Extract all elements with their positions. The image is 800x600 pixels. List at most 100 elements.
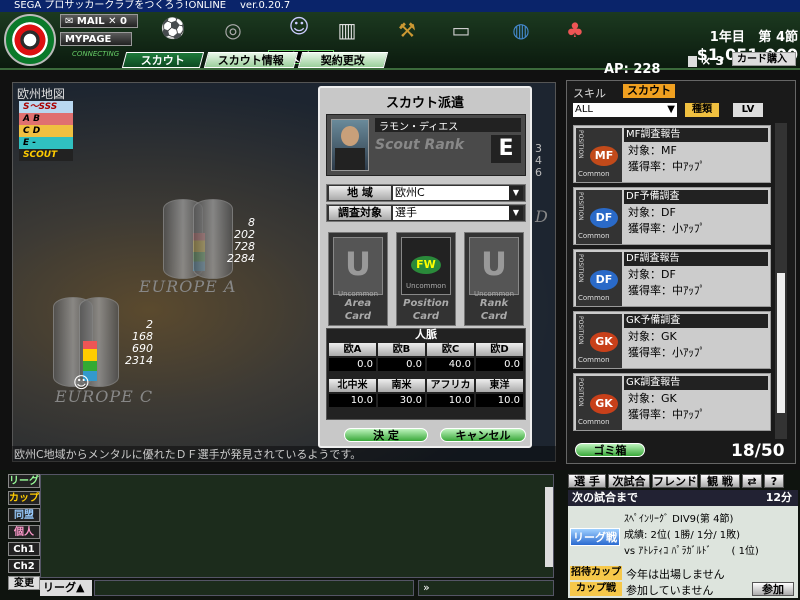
position-badge: DF bbox=[590, 208, 618, 228]
chat-mode-select[interactable]: リーグ▲ bbox=[40, 580, 92, 596]
globe-icon[interactable]: ◍ bbox=[506, 16, 536, 44]
report-rate: 獲得率：小ｱｯﾌﾟ bbox=[628, 346, 705, 359]
channel-alliance-button[interactable]: 同盟 bbox=[8, 508, 40, 522]
region-select-value[interactable]: 欧州C bbox=[393, 186, 509, 200]
legend-sss: S～SSS bbox=[19, 101, 73, 113]
match-top-buttons: 選 手 次試合 フレンド 観 戦 ⇄ ? bbox=[568, 474, 784, 488]
tab-scout-items[interactable]: スカウト bbox=[623, 84, 675, 98]
tab-scout[interactable]: スカウト bbox=[121, 52, 205, 68]
swap-icon[interactable]: ⇄ bbox=[742, 474, 762, 488]
join-button[interactable]: 参加 bbox=[752, 582, 794, 596]
scout-info-box: ラモン・ディエス Scout Rank E bbox=[326, 114, 526, 176]
report-rate: 獲得率：小ｱｯﾌﾟ bbox=[628, 222, 705, 235]
chat-scrollbar[interactable] bbox=[545, 487, 553, 567]
network-header: 欧A bbox=[329, 343, 376, 356]
tab-skill[interactable]: スキル bbox=[573, 85, 606, 101]
league-record: 成績: 2位( 1勝/ 1分/ 1敗) bbox=[624, 530, 741, 541]
position-badge: GK bbox=[590, 394, 618, 414]
ap-display: AP: 228 bbox=[604, 62, 661, 77]
area-card-label: Area Card bbox=[344, 298, 372, 322]
report-card[interactable]: POSITION MF Common MF調査報告 対象：MF 獲得率：中ｱｯﾌﾟ bbox=[573, 125, 771, 183]
tab-scout-info[interactable]: スカウト情報 bbox=[203, 52, 299, 68]
scout-dispatch-dialog: スカウト派遣 ラモン・ディエス Scout Rank E 地 域 欧州C ▼ 調… bbox=[318, 86, 532, 448]
spectate-button[interactable]: 観 戦 bbox=[700, 474, 740, 488]
computer-icon[interactable]: ▭ bbox=[446, 16, 476, 44]
channel-ch2-button[interactable]: Ch2 bbox=[8, 559, 40, 573]
network-value: 10.0 bbox=[476, 394, 523, 407]
region-c-label[interactable]: EUROPE C bbox=[55, 387, 153, 406]
mypage-button[interactable]: MYPAGE bbox=[60, 32, 132, 46]
friend-button[interactable]: フレンド bbox=[652, 474, 698, 488]
whistle-icon[interactable]: ◎ bbox=[218, 16, 248, 44]
chevron-down-icon[interactable]: ▼ bbox=[509, 186, 523, 200]
area-card-image: U Uncommon bbox=[333, 237, 383, 298]
position-card-image: FW Uncommon bbox=[401, 237, 451, 295]
scrollbar-thumb[interactable] bbox=[777, 273, 785, 413]
report-card[interactable]: POSITION DF Common DF予備調査 対象：DF 獲得率：小ｱｯﾌﾟ bbox=[573, 187, 771, 245]
chat-input[interactable] bbox=[94, 580, 414, 596]
position-badge: GK bbox=[590, 332, 618, 352]
rank-card-slot[interactable]: U Uncommon Rank Card bbox=[464, 232, 524, 326]
chat-channel-buttons: リーグ カップ 同盟 個人 Ch1 Ch2 変更 bbox=[4, 474, 40, 590]
channel-ch1-button[interactable]: Ch1 bbox=[8, 542, 40, 556]
team-icon[interactable]: ♣ bbox=[560, 16, 590, 44]
next-match-button[interactable]: 次試合 bbox=[608, 474, 650, 488]
target-select-value[interactable]: 選手 bbox=[393, 206, 509, 220]
confirm-button[interactable]: 決 定 bbox=[344, 428, 428, 442]
area-card-slot[interactable]: U Uncommon Area Card bbox=[328, 232, 388, 326]
report-card[interactable]: POSITION DF Common DF調査報告 対象：DF 獲得率：中ｱｯﾌﾟ bbox=[573, 249, 771, 307]
rarity-label: Common bbox=[578, 294, 610, 302]
report-target: 対象：DF bbox=[628, 206, 676, 219]
network-header: 北中米 bbox=[329, 379, 376, 392]
scrollbar[interactable] bbox=[775, 123, 787, 439]
cancel-button[interactable]: キャンセル bbox=[440, 428, 526, 442]
invite-cup-status: 今年は出場しません bbox=[626, 568, 725, 581]
position-card-label: Position Card bbox=[403, 298, 449, 322]
tab-contract-renewal[interactable]: 契約更改 bbox=[297, 52, 389, 68]
target-select-label: 調査対象 bbox=[329, 206, 391, 220]
rank-card-image: U Uncommon bbox=[469, 237, 519, 298]
report-card-image: POSITION GK Common bbox=[576, 376, 622, 430]
rarity-label: Common bbox=[578, 356, 610, 364]
rarity-label: Common bbox=[578, 170, 610, 178]
sort-type-button[interactable]: 種類 bbox=[685, 103, 719, 117]
chevron-down-icon[interactable]: ▼ bbox=[509, 206, 523, 220]
league-name: ｽﾍﾟｲﾝﾘｰｸﾞ DIV9(第 4節) bbox=[624, 514, 734, 525]
target-select[interactable]: 調査対象 選手 ▼ bbox=[326, 204, 526, 222]
sort-lv-button[interactable]: LV bbox=[733, 103, 763, 117]
version-label: ver.0.20.7 bbox=[240, 0, 291, 11]
mail-button[interactable]: ✉ MAIL ✕ 0 bbox=[60, 14, 138, 28]
chat-send-arrow[interactable]: » bbox=[418, 580, 554, 596]
rank-card-label: Rank Card bbox=[479, 298, 509, 322]
channel-league-button[interactable]: リーグ bbox=[8, 474, 40, 488]
region-select[interactable]: 地 域 欧州C ▼ bbox=[326, 184, 526, 202]
channel-cup-button[interactable]: カップ bbox=[8, 491, 40, 505]
scout-rank-value: E bbox=[491, 135, 521, 163]
region-d-letter[interactable]: D bbox=[535, 207, 549, 226]
channel-change-button[interactable]: 変更 bbox=[8, 576, 40, 590]
card-buy-button[interactable]: カード購入 bbox=[732, 52, 796, 66]
region-a-label[interactable]: EUROPE A bbox=[139, 277, 236, 296]
channel-personal-button[interactable]: 個人 bbox=[8, 525, 40, 539]
scout-name: ラモン・ディエス bbox=[375, 118, 521, 133]
help-icon[interactable]: ? bbox=[764, 474, 784, 488]
position-card-slot[interactable]: FW Uncommon Position Card bbox=[396, 232, 456, 326]
top-bar: ✉ MAIL ✕ 0 MYPAGE CONNECTING ⚽ ◎ ☺ ▥ ⚒ ▭… bbox=[0, 12, 800, 77]
report-card[interactable]: POSITION GK Common GK調査報告 対象：GK 獲得率：中ｱｯﾌﾟ bbox=[573, 373, 771, 431]
filter-select[interactable]: ALL ▼ bbox=[573, 103, 677, 117]
club-logo[interactable] bbox=[4, 14, 56, 66]
report-title: GK予備調査 bbox=[624, 314, 768, 328]
report-card-image: POSITION GK Common bbox=[576, 314, 622, 368]
report-rate: 獲得率：中ｱｯﾌﾟ bbox=[628, 160, 705, 173]
players-button[interactable]: 選 手 bbox=[568, 474, 606, 488]
ball-icon[interactable]: ⚽ bbox=[158, 14, 188, 42]
cup-match-button[interactable]: カップ戦 bbox=[570, 582, 622, 596]
person-icon[interactable]: ☺ bbox=[284, 12, 314, 40]
gavel-icon[interactable]: ⚒ bbox=[392, 16, 422, 44]
item-panel: スキル スカウト ALL ▼ 種類 LV POSITION MF Common MF調… bbox=[566, 80, 796, 464]
league-opponent: vs ｱﾄﾚﾃｨｺ ﾊﾟﾗｶﾞﾙﾄﾞ ( 1位) bbox=[624, 546, 759, 557]
league-match-button[interactable]: リーグ戦 bbox=[570, 528, 620, 546]
building-icon[interactable]: ▥ bbox=[332, 16, 362, 44]
report-card[interactable]: POSITION GK Common GK予備調査 対象：GK 獲得率：小ｱｯﾌﾟ bbox=[573, 311, 771, 369]
trash-button[interactable]: ゴミ箱 bbox=[575, 443, 645, 457]
